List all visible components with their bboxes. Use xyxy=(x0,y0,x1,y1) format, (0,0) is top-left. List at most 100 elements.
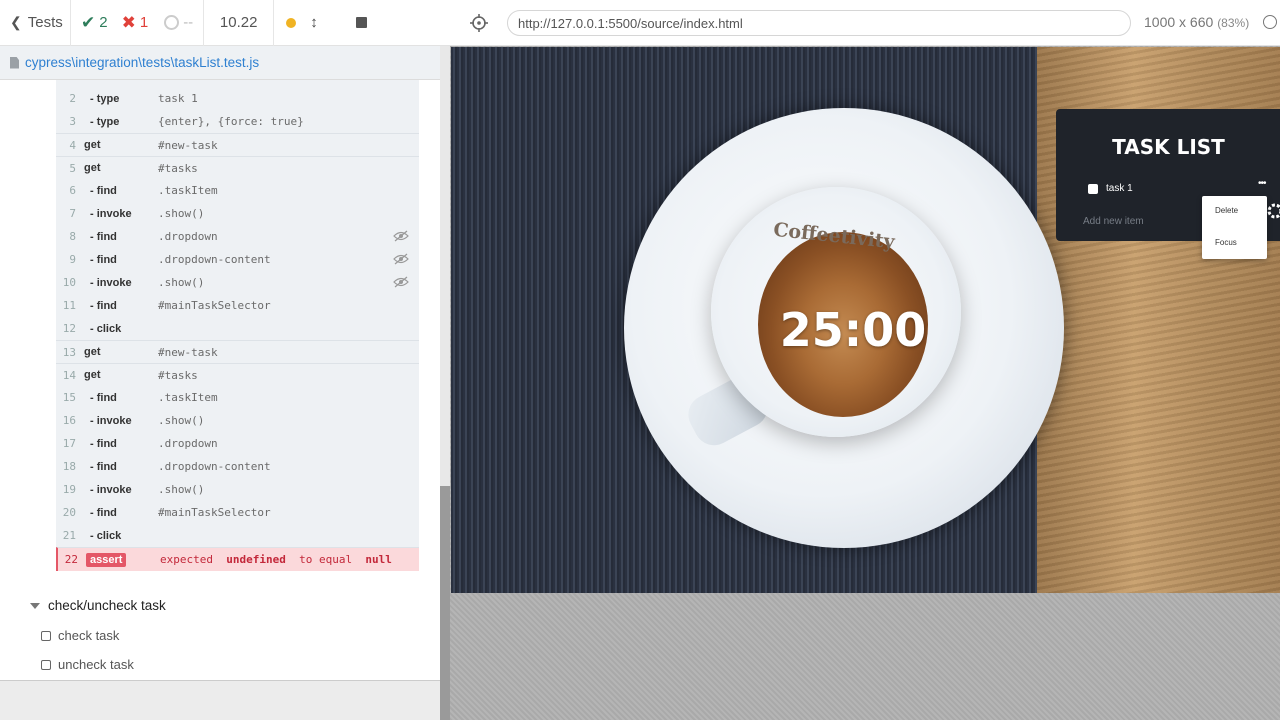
command-name: - invoke xyxy=(90,207,132,220)
command-number: 15 xyxy=(62,391,76,404)
command-row[interactable]: 21 - click xyxy=(56,524,419,547)
command-name: - find xyxy=(90,253,117,266)
command-row[interactable]: 13 get #new-task xyxy=(56,340,419,363)
command-name: get xyxy=(84,369,101,381)
failed-count: ✖ 1 xyxy=(112,0,155,46)
stop-icon[interactable] xyxy=(355,17,367,28)
command-row[interactable]: 7 - invoke .show() xyxy=(56,202,419,225)
command-name: - click xyxy=(90,529,122,542)
command-name: get xyxy=(84,139,101,151)
dropdown-focus[interactable]: Focus xyxy=(1215,238,1237,247)
spec-path-link[interactable]: cypress\integration\tests\taskList.test.… xyxy=(25,55,259,70)
pending-count: -- xyxy=(154,0,205,46)
crosshair-icon[interactable] xyxy=(470,14,488,32)
dropdown-delete[interactable]: Delete xyxy=(1215,206,1238,215)
auto-scroll-icon[interactable]: ↕ xyxy=(310,14,318,31)
assert-text: expected xyxy=(160,553,213,566)
command-message: #mainTaskSelector xyxy=(158,506,271,519)
add-item-input[interactable]: Add new item xyxy=(1083,216,1144,227)
status-dot-icon xyxy=(286,17,297,28)
aut-header: http://127.0.0.1:5500/source/index.html … xyxy=(450,0,1280,46)
task-menu-icon[interactable]: ••• xyxy=(1258,178,1266,189)
assert-text: to equal xyxy=(299,553,353,566)
command-message: .dropdown-content xyxy=(158,460,271,473)
command-row[interactable]: 19 - invoke .show() xyxy=(56,478,419,501)
tests-label: Tests xyxy=(27,14,63,31)
test-uncheck-task[interactable]: uncheck task xyxy=(41,657,134,672)
command-number: 18 xyxy=(62,460,76,473)
command-name: assert xyxy=(82,552,160,567)
command-name: - find xyxy=(90,391,117,404)
command-name: get xyxy=(84,346,101,358)
pomodoro-timer: 25:00 xyxy=(779,303,927,357)
reporter-header: ❮ Tests ✔ 2 ✖ 1 -- 10.22 ↕ xyxy=(0,0,450,46)
command-number: 11 xyxy=(62,299,76,312)
command-row[interactable]: 16 - invoke .show() xyxy=(56,409,419,432)
command-row[interactable]: 12 - click xyxy=(56,317,419,340)
check-icon: ✔ xyxy=(81,12,96,32)
command-number: 3 xyxy=(69,115,76,128)
command-row[interactable]: 17 - find .dropdown xyxy=(56,432,419,455)
gear-icon[interactable] xyxy=(1265,201,1280,221)
command-name: - find xyxy=(90,299,117,312)
url-bar[interactable]: http://127.0.0.1:5500/source/index.html xyxy=(507,10,1131,36)
tests-button[interactable]: ❮ Tests xyxy=(0,0,71,46)
suite-check-uncheck[interactable]: check/uncheck task xyxy=(30,598,166,613)
assert-expected: null xyxy=(365,553,392,566)
command-number: 12 xyxy=(62,322,76,335)
command-message: .dropdown xyxy=(158,230,218,243)
duration: 10.22 xyxy=(204,0,275,46)
assert-actual: undefined xyxy=(226,553,286,566)
command-message: .dropdown xyxy=(158,437,218,450)
command-message: #mainTaskSelector xyxy=(158,299,271,312)
command-name: - invoke xyxy=(90,276,132,289)
command-message: {enter}, {force: true} xyxy=(158,115,304,128)
chevron-left-icon: ❮ xyxy=(10,14,22,30)
command-row[interactable]: 11 - find #mainTaskSelector xyxy=(56,294,419,317)
command-row[interactable]: 10 - invoke .show() xyxy=(56,271,419,294)
command-number: 22 xyxy=(64,553,78,566)
command-name: - find xyxy=(90,506,117,519)
assert-row[interactable]: 22 assert expected undefined to equal null xyxy=(56,547,419,571)
command-number: 16 xyxy=(62,414,76,427)
task-checkbox[interactable] xyxy=(1088,183,1098,194)
command-row[interactable]: 3 - type {enter}, {force: true} xyxy=(56,110,419,133)
command-row[interactable]: 6 - find .taskItem xyxy=(56,179,419,202)
command-number: 21 xyxy=(62,529,76,542)
command-message: #new-task xyxy=(158,138,218,152)
reporter-scroll-thumb[interactable] xyxy=(440,486,450,720)
command-row[interactable]: 8 - find .dropdown xyxy=(56,225,419,248)
info-icon[interactable] xyxy=(1263,15,1277,29)
command-number: 4 xyxy=(69,138,76,152)
viewport-scale: (83%) xyxy=(1217,16,1250,30)
command-row[interactable]: 4 get #new-task xyxy=(56,133,419,156)
command-row[interactable]: 15 - find .taskItem xyxy=(56,386,419,409)
failed-value: 1 xyxy=(139,14,149,31)
command-message: .show() xyxy=(158,414,205,427)
command-number: 7 xyxy=(69,207,76,220)
command-log: 2 - type task 1 3 - type {enter}, {force: tru… xyxy=(0,80,440,680)
viewport-dimensions: 1000 x 660 xyxy=(1144,14,1214,30)
task-dropdown-menu: Delete Focus xyxy=(1202,196,1267,259)
command-message: .show() xyxy=(158,276,205,289)
assert-message: expected undefined to equal null xyxy=(160,553,392,566)
command-row[interactable]: 2 - type task 1 xyxy=(56,87,419,110)
test-check-task[interactable]: check task xyxy=(41,628,119,643)
task-item-label: task 1 xyxy=(1106,183,1133,194)
command-name: - click xyxy=(90,322,122,335)
test-pending-icon xyxy=(41,630,51,641)
command-number: 9 xyxy=(69,253,76,266)
command-message: #tasks xyxy=(158,161,198,175)
passed-value: 2 xyxy=(99,14,108,31)
command-row[interactable]: 20 - find #mainTaskSelector xyxy=(56,501,419,524)
command-message: #new-task xyxy=(158,345,218,359)
command-row[interactable]: 5 get #tasks xyxy=(56,156,419,179)
command-row[interactable]: 18 - find .dropdown-content xyxy=(56,455,419,478)
command-row[interactable]: 14 get #tasks xyxy=(56,363,419,386)
command-message: .show() xyxy=(158,483,205,496)
command-name: - type xyxy=(90,92,120,105)
caret-down-icon xyxy=(30,602,40,609)
command-row[interactable]: 9 - find .dropdown-content xyxy=(56,248,419,271)
app-under-test: Coffeetivity 25:00 TASK LIST task 1 ••• … xyxy=(451,47,1280,593)
command-name: - find xyxy=(90,230,117,243)
